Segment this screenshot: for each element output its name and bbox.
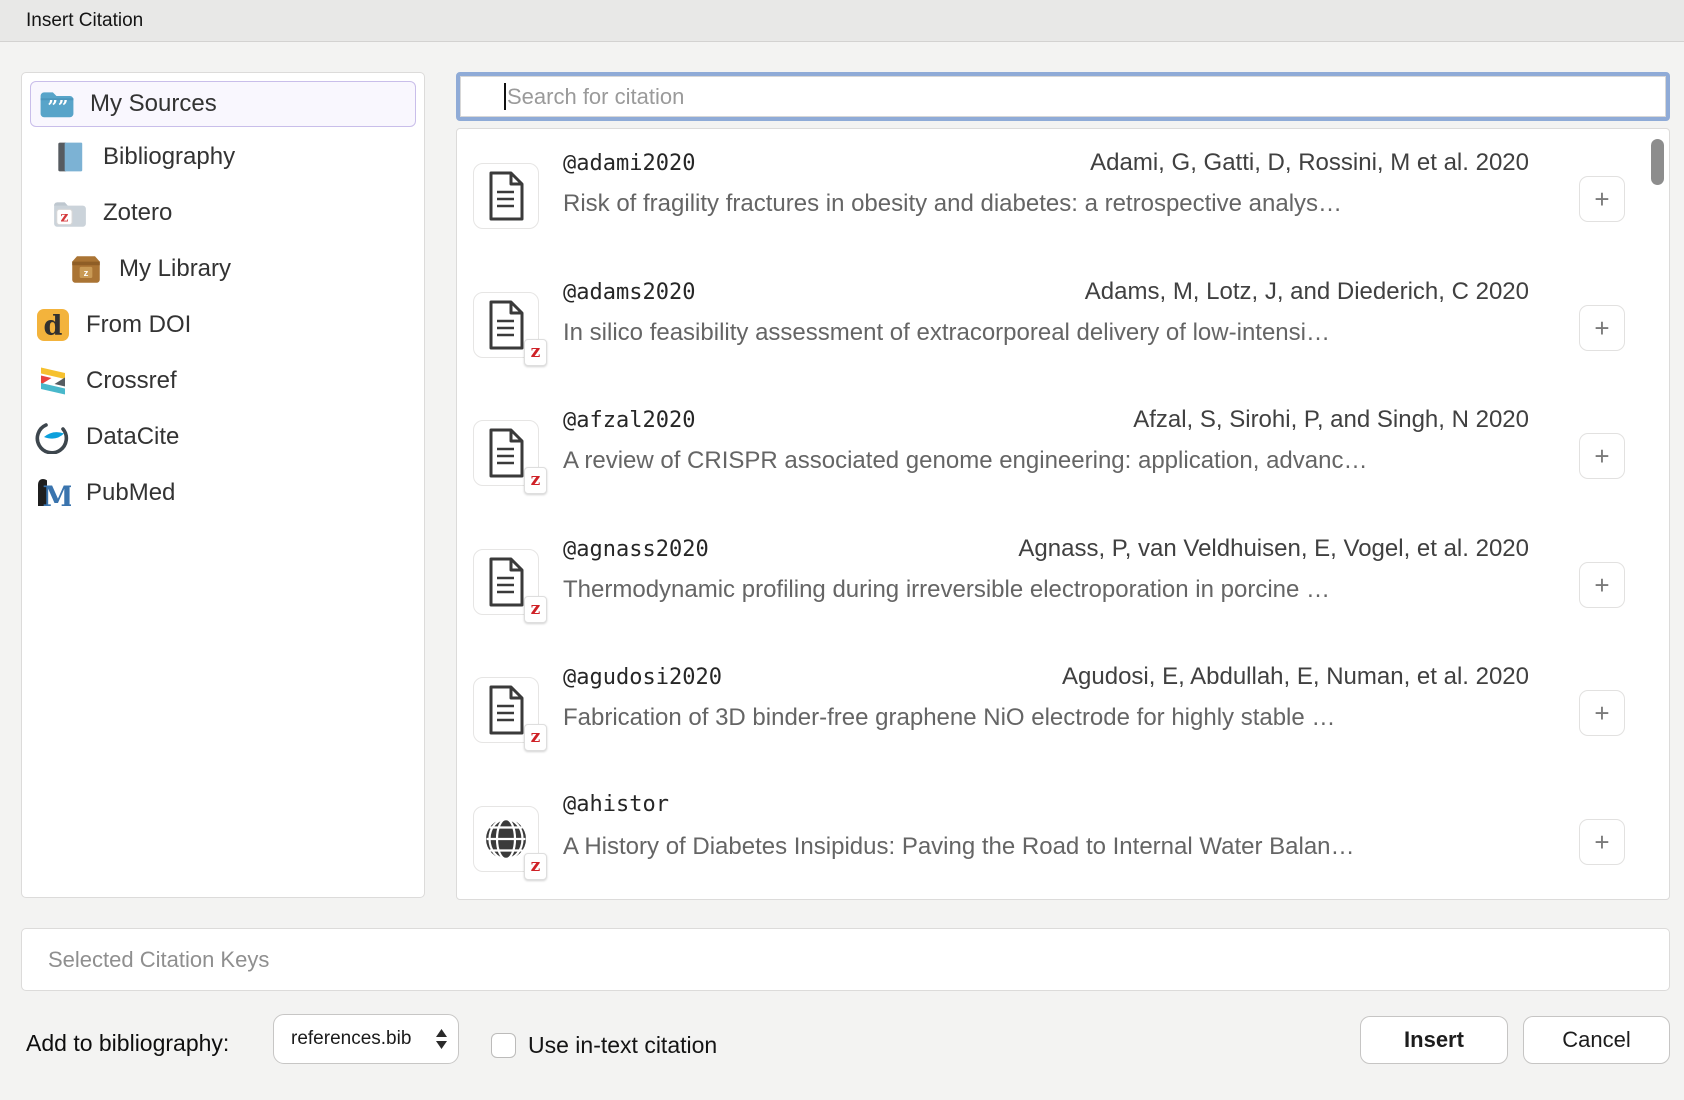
select-arrows-icon — [435, 1028, 448, 1050]
citation-icon-box: z — [473, 677, 539, 743]
add-citation-button[interactable]: + — [1579, 562, 1625, 608]
zotero-badge-icon: z — [524, 724, 547, 751]
citation-key: @adams2020 — [563, 280, 695, 305]
citation-icon-box: z — [473, 549, 539, 615]
zotero-badge-icon: z — [524, 467, 547, 494]
svg-text:z: z — [84, 268, 89, 279]
use-in-text-citation-label: Use in-text citation — [528, 1032, 717, 1059]
dialog-title: Insert Citation — [26, 10, 143, 32]
add-citation-button[interactable]: + — [1579, 433, 1625, 479]
citation-row[interactable]: @adami2020 Adami, G, Gatti, D, Rossini, … — [457, 135, 1669, 264]
selected-citation-keys-field[interactable]: Selected Citation Keys — [21, 928, 1670, 991]
document-icon — [484, 684, 528, 736]
pubmed-icon: M — [35, 476, 71, 510]
document-icon — [484, 299, 528, 351]
citation-rows: @adami2020 Adami, G, Gatti, D, Rossini, … — [457, 129, 1669, 900]
citation-icon-box: z — [473, 292, 539, 358]
svg-text:M: M — [43, 480, 72, 510]
svg-text:z: z — [60, 209, 68, 225]
sidebar-item-zotero[interactable]: z Zotero — [22, 185, 424, 241]
zotero-badge-icon: z — [524, 596, 547, 623]
cancel-button[interactable]: Cancel — [1523, 1016, 1670, 1064]
add-citation-button[interactable]: + — [1579, 176, 1625, 222]
citation-row[interactable]: z @ahistor A History of Diabetes Insipid… — [457, 778, 1669, 901]
citation-icon-box: z — [473, 806, 539, 872]
search-input[interactable] — [507, 76, 1666, 117]
citation-title: Thermodynamic profiling during irreversi… — [563, 576, 1529, 604]
sidebar-item-bibliography[interactable]: Bibliography — [22, 129, 424, 185]
sources-sidebar: ”” My Sources Bibliography z Zotero z My… — [21, 72, 425, 898]
zotero-box-icon: z — [68, 252, 104, 286]
citation-title: A History of Diabetes Insipidus: Paving … — [563, 833, 1529, 861]
citation-title: Fabrication of 3D binder-free graphene N… — [563, 704, 1529, 732]
insert-button[interactable]: Insert — [1360, 1016, 1508, 1064]
sources-folder-icon: ”” — [39, 87, 75, 121]
zotero-folder-icon: z — [52, 196, 88, 230]
citation-row[interactable]: z @adams2020 Adams, M, Lotz, J, and Died… — [457, 264, 1669, 393]
sidebar-item-pubmed[interactable]: M PubMed — [22, 465, 424, 521]
citation-authors: Adami, G, Gatti, D, Rossini, M et al. 20… — [1090, 149, 1529, 177]
sidebar-item-datacite[interactable]: DataCite — [22, 409, 424, 465]
citation-key: @adami2020 — [563, 151, 695, 176]
citation-key: @agnass2020 — [563, 537, 709, 562]
zotero-badge-icon: z — [524, 853, 547, 880]
add-citation-button[interactable]: + — [1579, 690, 1625, 736]
svg-text:””: ”” — [47, 97, 68, 118]
add-citation-button[interactable]: + — [1579, 305, 1625, 351]
bibliography-file-select[interactable]: references.bib — [273, 1014, 459, 1064]
search-icon — [471, 85, 495, 109]
text-caret — [504, 83, 506, 110]
document-icon — [484, 556, 528, 608]
citation-icon-box — [473, 163, 539, 229]
document-icon — [484, 427, 528, 479]
sidebar-item-crossref[interactable]: Crossref — [22, 353, 424, 409]
scrollbar-thumb[interactable] — [1651, 139, 1664, 185]
citation-authors: Agnass, P, van Veldhuisen, E, Vogel, et … — [1018, 535, 1529, 563]
dialog-titlebar: Insert Citation — [0, 0, 1684, 42]
sidebar-item-from-doi[interactable]: d From DOI — [22, 297, 424, 353]
citation-icon-box: z — [473, 420, 539, 486]
citation-key: @afzal2020 — [563, 408, 695, 433]
book-icon — [52, 140, 88, 174]
datacite-icon — [35, 420, 71, 454]
citation-key: @agudosi2020 — [563, 665, 722, 690]
citation-row[interactable]: z @afzal2020 Afzal, S, Sirohi, P, and Si… — [457, 392, 1669, 521]
citation-authors: Agudosi, E, Abdullah, E, Numan, et al. 2… — [1062, 663, 1529, 691]
document-icon — [484, 170, 528, 222]
citation-title: A review of CRISPR associated genome eng… — [563, 447, 1529, 475]
citation-authors: Afzal, S, Sirohi, P, and Singh, N 2020 — [1133, 406, 1529, 434]
search-box[interactable] — [456, 72, 1670, 121]
add-to-bibliography-label: Add to bibliography: — [26, 1030, 229, 1057]
zotero-badge-icon: z — [524, 339, 547, 366]
selected-keys-placeholder: Selected Citation Keys — [48, 947, 269, 973]
citation-authors: Adams, M, Lotz, J, and Diederich, C 2020 — [1085, 278, 1529, 306]
bibliography-file-value: references.bib — [291, 1028, 411, 1050]
citation-title: In silico feasibility assessment of extr… — [563, 319, 1529, 347]
citation-row[interactable]: z @agnass2020 Agnass, P, van Veldhuisen,… — [457, 521, 1669, 650]
citation-title: Risk of fragility fractures in obesity a… — [563, 190, 1529, 218]
crossref-icon — [35, 364, 71, 398]
svg-text:d: d — [44, 311, 63, 342]
globe-icon — [484, 813, 528, 865]
sidebar-item-my-library[interactable]: z My Library — [22, 241, 424, 297]
sidebar-list: ”” My Sources Bibliography z Zotero z My… — [22, 81, 424, 521]
use-in-text-citation-checkbox[interactable] — [491, 1033, 516, 1058]
doi-icon: d — [35, 308, 71, 342]
add-citation-button[interactable]: + — [1579, 819, 1625, 865]
citation-list: @adami2020 Adami, G, Gatti, D, Rossini, … — [456, 128, 1670, 900]
sidebar-item-my-sources[interactable]: ”” My Sources — [30, 81, 416, 127]
citation-row[interactable]: z @agudosi2020 Agudosi, E, Abdullah, E, … — [457, 649, 1669, 778]
citation-key: @ahistor — [563, 792, 669, 817]
